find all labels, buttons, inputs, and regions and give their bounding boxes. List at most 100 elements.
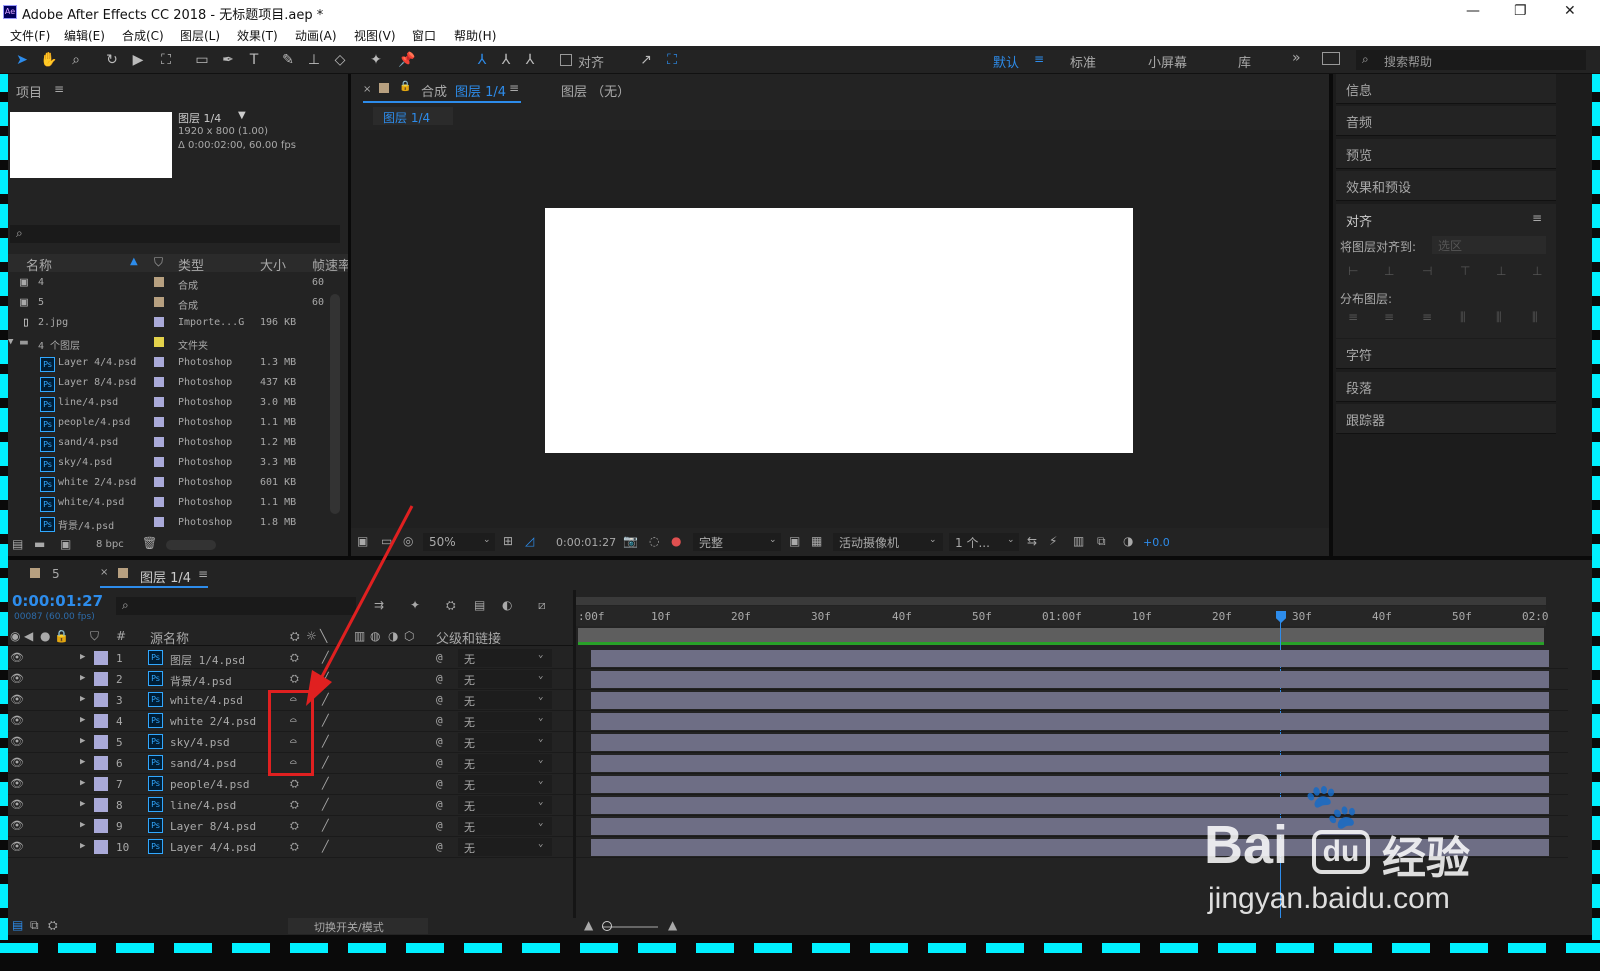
layer-duration-bar[interactable] xyxy=(591,671,1549,688)
viewer-timecode[interactable]: 0:00:01:27 xyxy=(556,536,616,549)
expand-triangle-icon[interactable]: ▶ xyxy=(80,757,85,767)
column-name[interactable]: 名称 xyxy=(26,255,52,274)
shy-switch-icon[interactable]: ⛭ xyxy=(290,840,299,854)
pick-whip-icon[interactable]: @ xyxy=(436,672,443,685)
expand-triangle-icon[interactable]: ▶ xyxy=(80,715,85,725)
pick-whip-icon[interactable]: @ xyxy=(436,756,443,769)
reset-exposure-icon[interactable]: ◑ xyxy=(1123,534,1133,548)
hand-tool-icon[interactable]: ✋ xyxy=(40,52,57,68)
toggle-switches-modes-button[interactable]: 切换开关/模式 xyxy=(288,918,428,934)
flowchart-icon[interactable]: ⧉ xyxy=(1097,534,1106,549)
bit-depth[interactable]: 8 bpc xyxy=(96,539,124,550)
comp-canvas[interactable] xyxy=(545,208,1133,453)
workspace-standard[interactable]: 标准 xyxy=(1070,52,1096,71)
parent-select[interactable]: 无 ⌄ xyxy=(458,754,552,772)
align-checkbox[interactable] xyxy=(560,54,572,66)
expand-triangle-icon[interactable]: ▶ xyxy=(80,799,85,809)
layer-name[interactable]: Layer 8/4.psd xyxy=(170,820,256,833)
align-panel-title[interactable]: 对齐 xyxy=(1346,211,1372,230)
list-item[interactable]: Ps white 2/4.psd Photoshop 601 KB xyxy=(8,473,328,493)
time-zoom-handle[interactable] xyxy=(602,921,612,931)
parent-select[interactable]: 无 ⌄ xyxy=(458,796,552,814)
toggle-stretch-panel-icon[interactable]: ⛭ xyxy=(48,918,58,933)
eye-icon[interactable]: 👁 xyxy=(10,819,24,832)
world-axis-icon[interactable]: ⅄ xyxy=(498,52,514,68)
fast-previews-icon[interactable]: ⚡ xyxy=(1049,534,1057,548)
eye-icon[interactable]: 👁 xyxy=(10,651,24,664)
list-item[interactable]: Ps Layer 4/4.psd Photoshop 1.3 MB xyxy=(8,353,328,373)
project-scrollbar[interactable] xyxy=(330,294,340,514)
label-swatch[interactable] xyxy=(94,714,108,728)
tracker-panel[interactable]: 跟踪器 xyxy=(1336,404,1556,434)
layer-name[interactable]: people/4.psd xyxy=(170,778,249,791)
workspace-menu-icon[interactable]: ≡ xyxy=(1034,52,1044,66)
expand-triangle-icon[interactable]: ▼ xyxy=(8,337,13,347)
roto-brush-tool-icon[interactable]: ✦ xyxy=(368,52,384,68)
eye-icon[interactable]: 👁 xyxy=(10,840,24,853)
label-swatch[interactable] xyxy=(94,735,108,749)
panel-menu-icon[interactable]: ≡ xyxy=(1532,211,1542,225)
label-swatch[interactable] xyxy=(94,651,108,665)
zoom-out-icon[interactable]: ▲ xyxy=(584,918,593,932)
eye-icon[interactable]: 👁 xyxy=(10,714,24,727)
eye-icon[interactable]: 👁 xyxy=(10,756,24,769)
menu-effect[interactable]: 效果(T) xyxy=(237,27,278,44)
parent-select[interactable]: 无 ⌄ xyxy=(458,649,552,667)
menu-view[interactable]: 视图(V) xyxy=(354,27,396,44)
workspace-small-screen[interactable]: 小屏幕 xyxy=(1148,52,1187,71)
label-swatch[interactable] xyxy=(94,756,108,770)
toggle-switches-panel-icon[interactable]: ▤ xyxy=(12,918,23,932)
expand-triangle-icon[interactable]: ▶ xyxy=(80,673,85,683)
quality-switch-icon[interactable]: ╱ xyxy=(322,714,329,727)
project-search-input[interactable]: ⌕ xyxy=(10,225,340,243)
layer-duration-bar[interactable] xyxy=(591,755,1549,772)
label-swatch[interactable] xyxy=(94,672,108,686)
align-to-select[interactable]: 选区 xyxy=(1432,236,1546,254)
expand-triangle-icon[interactable]: ▶ xyxy=(80,841,85,851)
puppet-pin-tool-icon[interactable]: 📌 xyxy=(398,52,415,68)
toggle-pixel-aspect-icon[interactable]: ⇆ xyxy=(1027,534,1037,548)
list-item[interactable]: Ps Layer 8/4.psd Photoshop 437 KB xyxy=(8,373,328,393)
label-swatch[interactable] xyxy=(94,777,108,791)
restore-icon[interactable]: ❐ xyxy=(1514,3,1527,19)
list-item[interactable]: ▼ ▬ 4 个图层 文件夹 xyxy=(8,333,328,353)
view-axis-icon[interactable]: ⅄ xyxy=(522,52,538,68)
parent-select[interactable]: 无 ⌄ xyxy=(458,817,552,835)
chevron-down-icon[interactable]: ▼ xyxy=(238,110,246,121)
pick-whip-icon[interactable]: @ xyxy=(436,693,443,706)
timeline-icon[interactable]: ▥ xyxy=(1073,534,1084,548)
label-column-icon[interactable]: ⛉ xyxy=(154,255,163,270)
menu-edit[interactable]: 编辑(E) xyxy=(64,27,105,44)
workspace-libraries[interactable]: 库 xyxy=(1238,52,1251,71)
snapping-icon[interactable]: ↗ xyxy=(638,52,654,68)
shy-switch-icon[interactable]: ⛭ xyxy=(290,798,299,812)
comp-tab-prefix[interactable]: 合成 xyxy=(421,81,447,100)
magnification-select[interactable]: 50% ⌄ xyxy=(423,533,495,551)
list-item[interactable]: Ps 背景/4.psd Photoshop 1.8 MB xyxy=(8,513,328,533)
layer-duration-bar[interactable] xyxy=(591,650,1549,667)
label-swatch[interactable] xyxy=(94,840,108,854)
layer-name[interactable]: 背景/4.psd xyxy=(170,673,232,689)
parent-select[interactable]: 无 ⌄ xyxy=(458,775,552,793)
minimize-icon[interactable]: — xyxy=(1466,3,1480,19)
shy-switch-icon[interactable]: ⛭ xyxy=(290,777,299,791)
timeline-divider[interactable] xyxy=(573,590,576,920)
list-item[interactable]: Ps sand/4.psd Photoshop 1.2 MB xyxy=(8,433,328,453)
pick-whip-icon[interactable]: @ xyxy=(436,651,443,664)
clone-stamp-tool-icon[interactable]: ⊥ xyxy=(306,52,322,68)
close-icon[interactable]: ✕ xyxy=(1564,3,1576,19)
more-workspaces-icon[interactable]: » xyxy=(1292,50,1301,66)
sync-settings-icon[interactable] xyxy=(1322,52,1340,65)
parent-select[interactable]: 无 ⌄ xyxy=(458,670,552,688)
quality-switch-icon[interactable]: ╱ xyxy=(322,840,329,853)
label-swatch[interactable] xyxy=(94,819,108,833)
selection-tool-icon[interactable]: ➤ xyxy=(14,52,30,68)
quality-switch-icon[interactable]: ╱ xyxy=(322,777,329,790)
column-size[interactable]: 大小 xyxy=(260,255,286,274)
pick-whip-icon[interactable]: @ xyxy=(436,714,443,727)
info-panel[interactable]: 信息 xyxy=(1336,74,1556,104)
sort-asc-icon[interactable]: ▲ xyxy=(130,256,138,267)
region-of-interest-icon[interactable]: ▣ xyxy=(789,534,800,548)
pick-whip-icon[interactable]: @ xyxy=(436,840,443,853)
layer-name[interactable]: line/4.psd xyxy=(170,799,236,812)
